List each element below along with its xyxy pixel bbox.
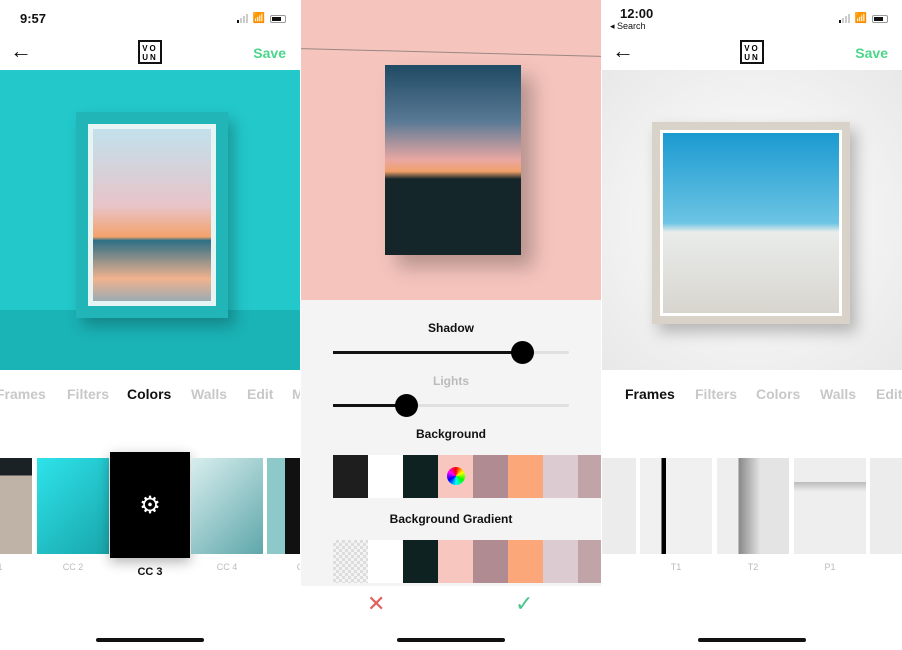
thumbnail[interactable] <box>267 458 300 554</box>
close-icon[interactable]: ✕ <box>367 591 385 617</box>
tab-bar: Frames Filters Colors Walls Edit <box>602 386 902 406</box>
photo-preview <box>0 70 300 370</box>
thumbnail[interactable] <box>717 458 789 554</box>
signal-icon <box>838 14 850 23</box>
tab-edit[interactable]: Edit <box>247 386 273 402</box>
color-swatch[interactable] <box>333 540 368 583</box>
back-to-search-link[interactable]: ◂ Search <box>610 21 646 32</box>
home-indicator <box>397 638 505 642</box>
photo-preview <box>602 70 902 370</box>
color-swatch[interactable] <box>403 540 438 583</box>
home-indicator <box>698 638 806 642</box>
wifi-icon: 📶 <box>252 13 265 24</box>
signal-icon <box>236 14 248 23</box>
thumbnail-label: CC 3 <box>137 566 163 578</box>
sliders-icon[interactable]: ⚙ <box>139 491 161 520</box>
shadow-slider-thumb[interactable] <box>510 341 534 364</box>
thumbnail-label: T1 <box>670 562 682 572</box>
color-swatch[interactable] <box>508 540 543 583</box>
tab-edit[interactable]: Edit <box>876 386 902 402</box>
screen-shadow-background: Shadow Lights Background Background Grad… <box>301 0 601 650</box>
thumbnail-selected[interactable]: ⚙ <box>110 452 190 558</box>
tab-colors[interactable]: Colors <box>756 386 800 402</box>
color-swatch[interactable] <box>473 455 508 498</box>
color-swatch[interactable] <box>578 540 601 583</box>
thumbnail-label: P1 <box>824 562 836 572</box>
tab-walls[interactable]: Walls <box>820 386 856 402</box>
status-time: 12:00 <box>620 6 654 21</box>
battery-icon <box>872 14 888 23</box>
tab-filters[interactable]: Filters <box>67 386 109 402</box>
logo: VO UN <box>740 40 764 64</box>
thumbnail[interactable] <box>191 458 263 554</box>
thumbnail-label: C <box>264 562 300 572</box>
tab-frames[interactable]: Frames <box>0 386 46 402</box>
thumbnail[interactable] <box>870 458 902 554</box>
thumbnail[interactable] <box>602 458 636 554</box>
thumbnail-label: CC 2 <box>62 562 84 572</box>
color-swatch[interactable] <box>508 455 543 498</box>
color-swatch[interactable] <box>403 455 438 498</box>
photo-preview <box>301 0 601 300</box>
tab-filters[interactable]: Filters <box>695 386 737 402</box>
thumbnail[interactable] <box>0 458 32 554</box>
status-icons: 📶 <box>236 13 286 24</box>
thumbnail[interactable] <box>37 458 109 554</box>
screen-frames: 12:00 ◂ Search 📶 ← VO UN Save Frames Filt… <box>602 0 902 650</box>
color-swatch[interactable] <box>333 455 368 498</box>
back-arrow-icon[interactable]: ← <box>612 38 634 64</box>
wifi-icon: 📶 <box>854 13 867 24</box>
save-button[interactable]: Save <box>253 45 286 61</box>
color-swatch[interactable] <box>543 540 578 583</box>
thumbnail-label: T2 <box>747 562 759 572</box>
logo: VO UN <box>138 40 162 64</box>
home-indicator <box>96 638 204 642</box>
check-icon[interactable]: ✓ <box>515 591 533 617</box>
screen-colors: 9:57 📶 ← VO UN Save Frames Filters Colors… <box>0 0 300 650</box>
tab-more[interactable]: M <box>292 386 300 402</box>
status-time: 9:57 <box>20 11 47 26</box>
lights-slider-thumb[interactable] <box>395 394 419 417</box>
background-label: Background <box>415 427 486 441</box>
back-arrow-icon[interactable]: ← <box>10 38 32 64</box>
tab-frames[interactable]: Frames <box>625 386 675 402</box>
shadow-slider[interactable] <box>333 341 569 364</box>
thumbnail-label: CC 4 <box>216 562 238 572</box>
color-wheel-icon[interactable] <box>446 467 465 485</box>
shadow-label: Shadow <box>427 321 474 335</box>
thumbnail[interactable] <box>794 458 866 554</box>
tab-colors[interactable]: Colors <box>127 386 171 402</box>
color-swatch[interactable] <box>543 455 578 498</box>
color-swatch[interactable] <box>438 455 473 498</box>
save-button[interactable]: Save <box>855 45 888 61</box>
battery-icon <box>270 14 286 23</box>
thumbnail-label: 1 <box>0 562 36 572</box>
background-gradient-label: Background Gradient <box>389 512 513 526</box>
tab-walls[interactable]: Walls <box>191 386 227 402</box>
thumbnail[interactable] <box>640 458 712 554</box>
tab-bar: Frames Filters Colors Walls Edit M <box>0 386 300 406</box>
lights-slider[interactable] <box>333 394 569 417</box>
color-swatch[interactable] <box>368 455 403 498</box>
color-swatch[interactable] <box>368 540 403 583</box>
color-swatch[interactable] <box>578 455 601 498</box>
status-icons: 📶 <box>838 13 888 24</box>
color-swatch[interactable] <box>438 540 473 583</box>
thumbnail-label: P <box>870 562 902 572</box>
lights-label: Lights <box>433 374 469 388</box>
color-swatch[interactable] <box>473 540 508 583</box>
